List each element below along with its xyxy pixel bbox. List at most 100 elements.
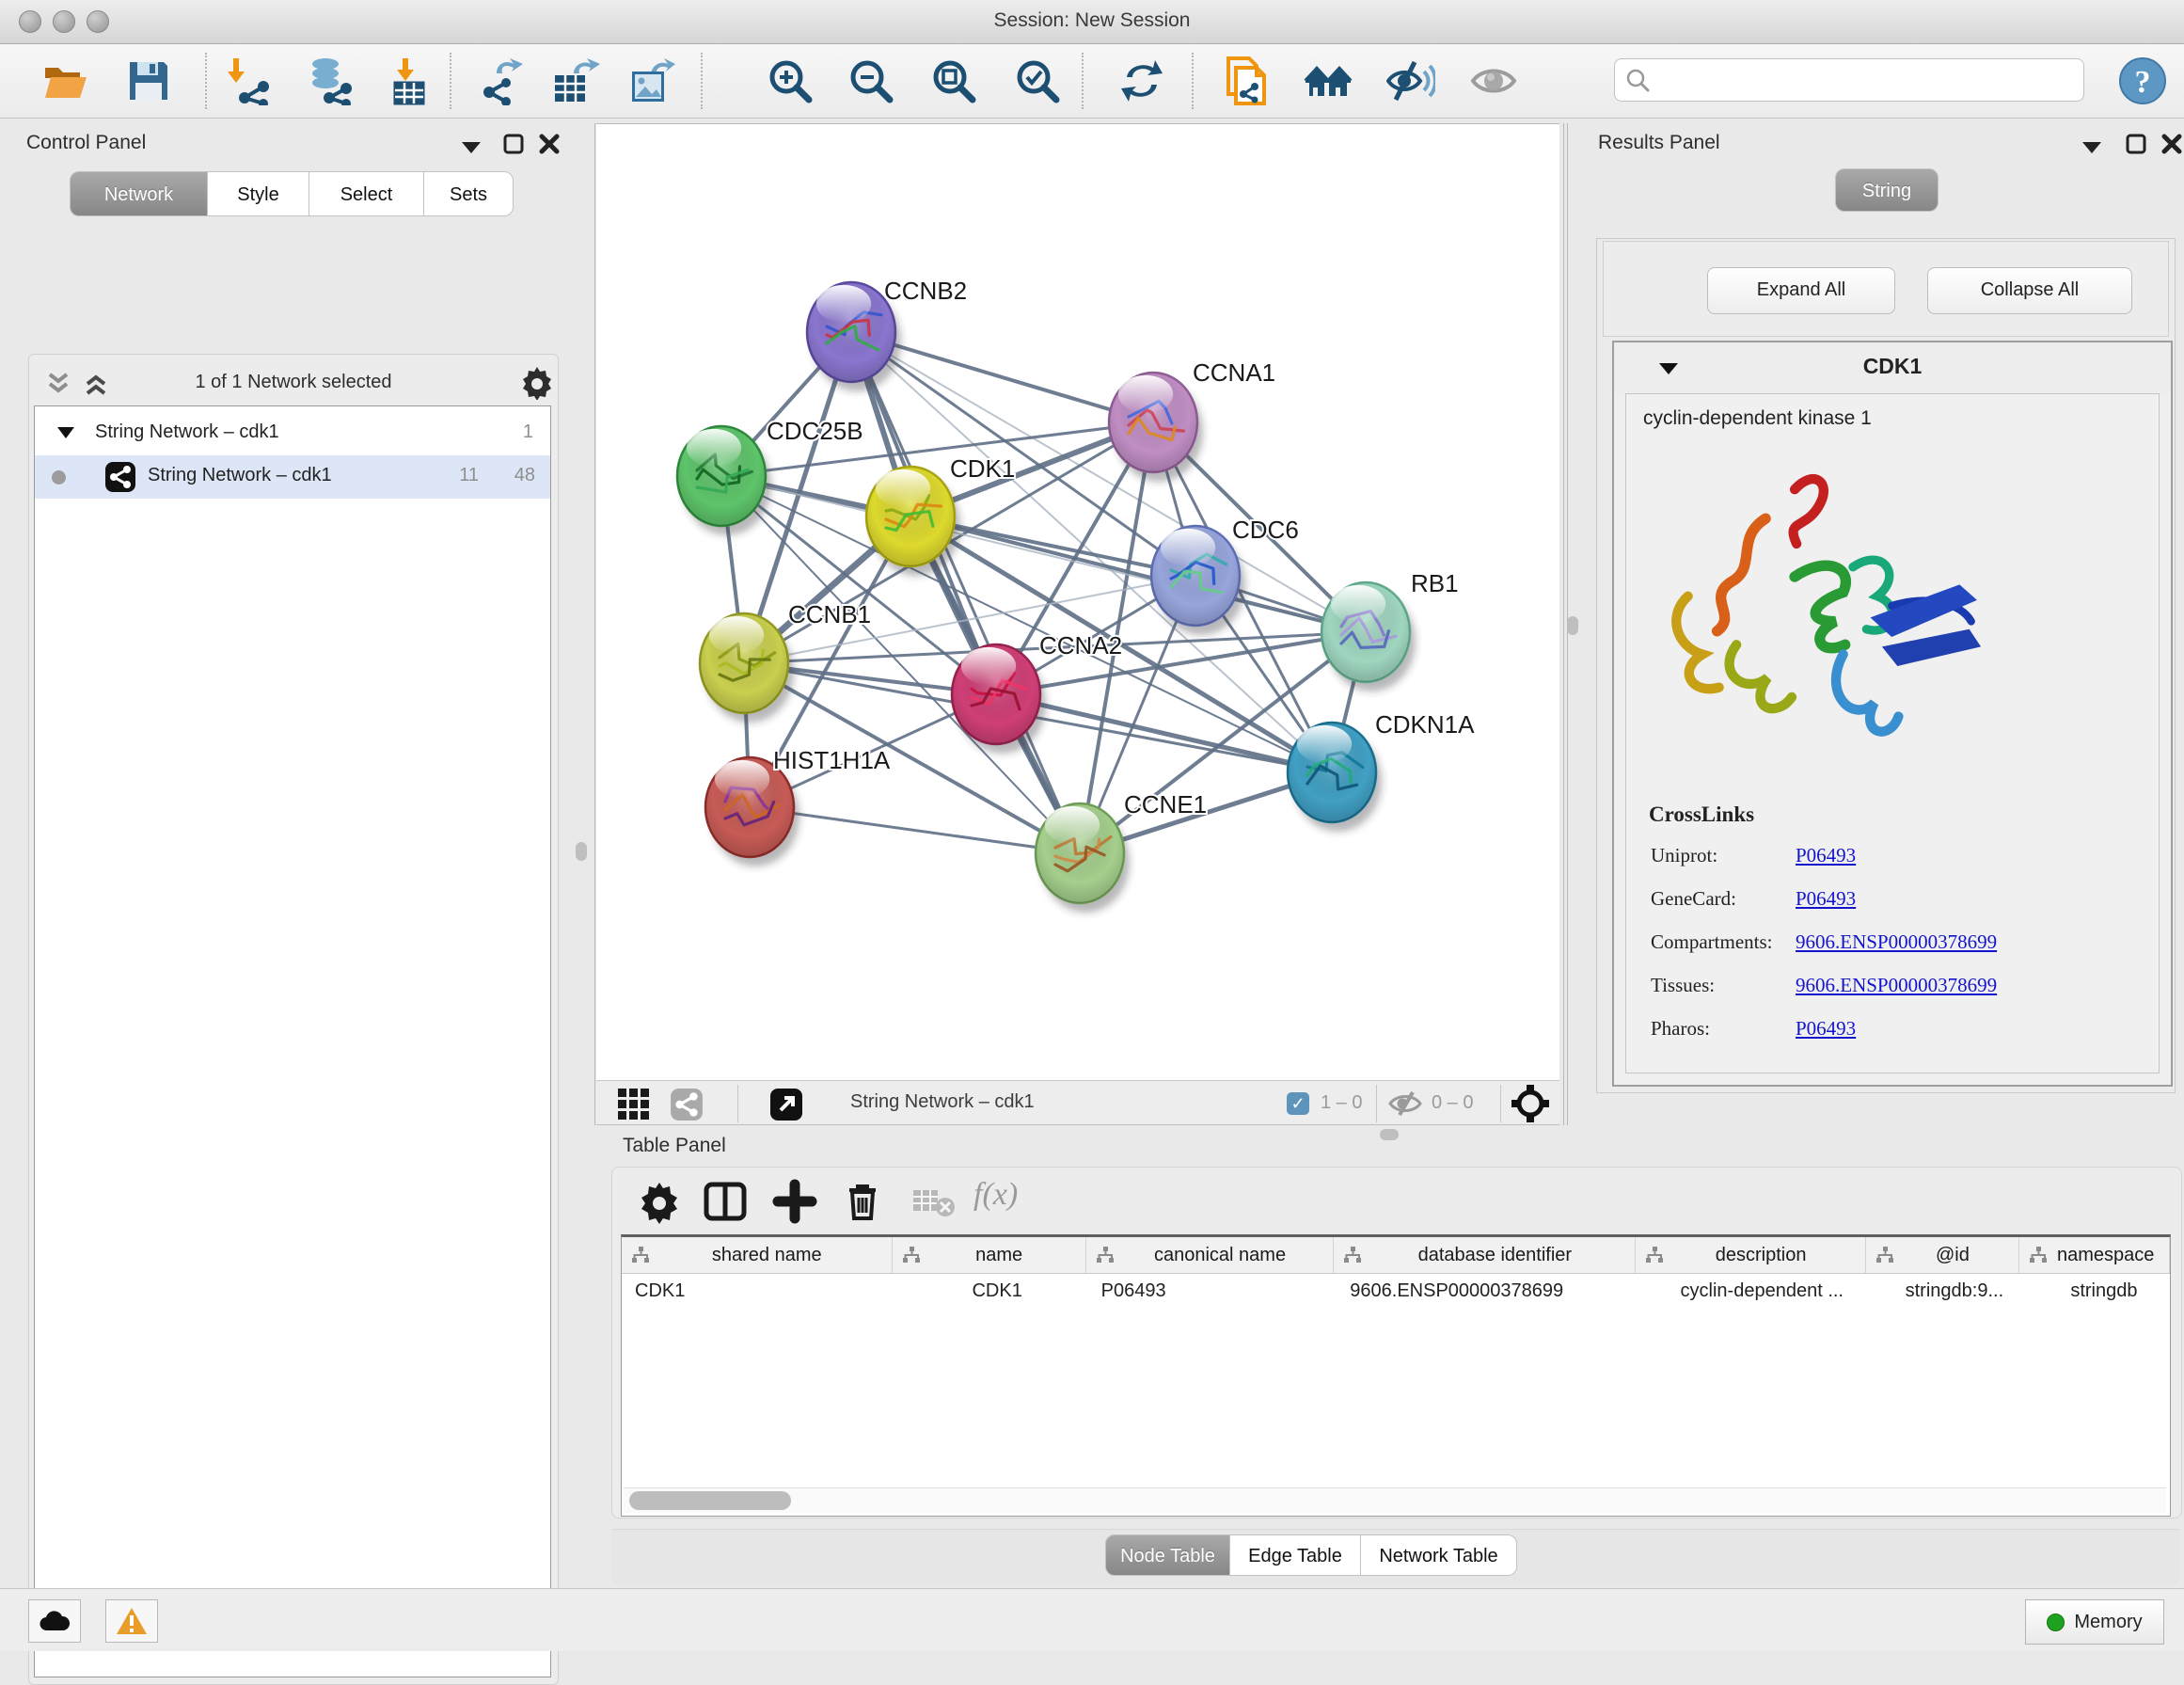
control-panel: Control Panel NetworkStyleSelectSets 1 o…	[9, 123, 557, 1562]
panel-close-icon[interactable]	[2160, 133, 2183, 155]
selected-checkbox[interactable]: ✓	[1287, 1092, 1309, 1115]
network-node-CDKN1A[interactable]: CDKN1A	[1288, 710, 1475, 832]
cell-description[interactable]: cyclin-dependent ...	[1640, 1274, 1871, 1308]
toolbar-separator	[205, 53, 207, 109]
network-row-selected[interactable]: String Network – cdk1 11 48	[35, 455, 550, 499]
tab-select[interactable]: Select	[309, 171, 424, 216]
tab-node-table[interactable]: Node Table	[1105, 1534, 1230, 1576]
network-graph[interactable]: CCNB2CCNA1CDC25BCDK1CDC6RB1CCNB1CCNA2CDK…	[596, 124, 1559, 1081]
select-columns-icon[interactable]	[703, 1179, 748, 1224]
tab-edge-table[interactable]: Edge Table	[1230, 1534, 1361, 1576]
apply-layout-icon[interactable]	[1117, 56, 1166, 105]
edge-CCNB2-CCNE1[interactable]	[851, 332, 1080, 853]
left-splitter[interactable]	[594, 123, 595, 1125]
crosslink-label: Uniprot:	[1651, 844, 1717, 866]
crosslink-link[interactable]: P06493	[1796, 887, 1856, 911]
string-results-container: Expand All Collapse All CDK1 cyclin-depe…	[1596, 238, 2176, 1093]
help-icon[interactable]: ?	[2118, 56, 2167, 105]
tab-sets[interactable]: Sets	[424, 171, 514, 216]
tab-string[interactable]: String	[1835, 168, 1939, 212]
cell-database-identifier[interactable]: 9606.ENSP00000378699	[1337, 1274, 1639, 1308]
table-gear-icon[interactable]	[637, 1179, 682, 1224]
export-network-icon[interactable]	[476, 56, 525, 105]
node-label-CCNB1: CCNB1	[788, 600, 871, 628]
network-node-CCNB2[interactable]: CCNB2	[807, 277, 967, 391]
cell-canonical-name[interactable]: P06493	[1088, 1274, 1337, 1308]
warning-button[interactable]	[105, 1599, 158, 1643]
crosslink-link[interactable]: P06493	[1796, 1017, 1856, 1041]
tree-expand-icon[interactable]	[55, 425, 76, 440]
import-table-icon[interactable]	[384, 56, 433, 105]
tab-network[interactable]: Network	[70, 171, 208, 216]
crosslink-link[interactable]: P06493	[1796, 844, 1856, 867]
zoom-selected-icon[interactable]	[1013, 56, 1062, 105]
import-network-icon[interactable]	[228, 56, 277, 105]
crosslink-link[interactable]: 9606.ENSP00000378699	[1796, 930, 1997, 954]
network-node-CCNA1[interactable]: CCNA1	[1109, 358, 1275, 482]
column-header-shared-name[interactable]: shared name	[622, 1237, 893, 1273]
save-session-icon[interactable]	[124, 56, 173, 105]
graphics-details-icon[interactable]	[1386, 56, 1435, 105]
right-splitter[interactable]	[1563, 123, 1564, 1125]
export-image-icon[interactable]	[626, 56, 675, 105]
clone-network-icon[interactable]	[1221, 56, 1270, 105]
collapse-all-button[interactable]: Collapse All	[1927, 267, 2132, 314]
column-header-namespace[interactable]: namespace	[2019, 1237, 2170, 1273]
column-header-canonical-name[interactable]: canonical name	[1086, 1237, 1335, 1273]
open-session-icon[interactable]	[41, 56, 90, 105]
gene-entry-header[interactable]: CDK1	[1614, 342, 2171, 393]
network-canvas[interactable]: CCNB2CCNA1CDC25BCDK1CDC6RB1CCNB1CCNA2CDK…	[596, 123, 1559, 1080]
import-database-icon[interactable]	[305, 56, 354, 105]
network-node-CDC25B[interactable]: CDC25B	[677, 417, 863, 535]
cell-@id[interactable]: stringdb:9...	[1871, 1274, 2025, 1308]
network-node-CDK1[interactable]: CDK1	[866, 454, 1015, 576]
cell-shared-name[interactable]: CDK1	[622, 1274, 894, 1308]
network-node-CCNB1[interactable]: CCNB1	[700, 600, 871, 723]
open-in-window-icon[interactable]	[769, 1088, 803, 1121]
cloud-status-button[interactable]	[28, 1599, 81, 1643]
table-horizontal-scrollbar[interactable]	[624, 1487, 2166, 1513]
edge-CCNA2-CDKN1A[interactable]	[996, 694, 1332, 772]
cell-name[interactable]: CDK1	[894, 1274, 1088, 1308]
gear-icon[interactable]	[520, 366, 554, 400]
tab-style[interactable]: Style	[208, 171, 309, 216]
memory-button[interactable]: Memory	[2025, 1599, 2164, 1645]
add-column-icon[interactable]	[772, 1179, 817, 1224]
column-header-description[interactable]: description	[1636, 1237, 1865, 1273]
panel-float-icon[interactable]	[2125, 133, 2147, 155]
network-node-CCNE1[interactable]: CCNE1	[1036, 790, 1207, 913]
panel-menu-icon[interactable]	[2080, 138, 2104, 155]
column-header-@id[interactable]: @id	[1866, 1237, 2019, 1273]
birdseye-grid-icon[interactable]	[617, 1088, 651, 1121]
bottom-splitter-handle[interactable]	[1380, 1129, 1399, 1140]
hide-graphics-icon[interactable]	[1469, 56, 1518, 105]
column-header-name[interactable]: name	[893, 1237, 1086, 1273]
expand-all-button[interactable]: Expand All	[1707, 267, 1895, 314]
footer-separator	[1500, 1085, 1501, 1122]
search-box[interactable]	[1614, 58, 2084, 102]
column-header-database-identifier[interactable]: database identifier	[1334, 1237, 1636, 1273]
panel-close-icon[interactable]	[538, 133, 561, 155]
pan-crosshair-icon[interactable]	[1511, 1084, 1550, 1123]
network-collection-row[interactable]: String Network – cdk1 1	[35, 412, 550, 455]
delete-column-icon[interactable]	[840, 1179, 885, 1224]
crosslink-link[interactable]: 9606.ENSP00000378699	[1796, 974, 1997, 997]
left-splitter-handle[interactable]	[576, 842, 587, 861]
houses-icon[interactable]	[1304, 56, 1353, 105]
network-node-HIST1H1A[interactable]: HIST1H1A	[705, 746, 891, 866]
zoom-fit-icon[interactable]	[929, 56, 978, 105]
zoom-out-icon[interactable]	[847, 56, 895, 105]
panel-float-icon[interactable]	[502, 133, 525, 155]
network-type-icon[interactable]	[670, 1088, 704, 1121]
network-node-RB1[interactable]: RB1	[1321, 569, 1459, 691]
export-table-icon[interactable]	[551, 56, 600, 105]
tab-network-table[interactable]: Network Table	[1361, 1534, 1517, 1576]
cell-namespace[interactable]: stringdb	[2025, 1274, 2170, 1308]
zoom-in-icon[interactable]	[766, 56, 815, 105]
footer-separator	[737, 1085, 738, 1122]
panel-menu-icon[interactable]	[459, 138, 483, 155]
table-row[interactable]: CDK1CDK1P064939606.ENSP00000378699cyclin…	[622, 1274, 2170, 1308]
network-node-CDC6[interactable]: CDC6	[1151, 516, 1299, 635]
search-input[interactable]	[1651, 69, 2068, 92]
scrollbar-thumb[interactable]	[629, 1491, 791, 1510]
